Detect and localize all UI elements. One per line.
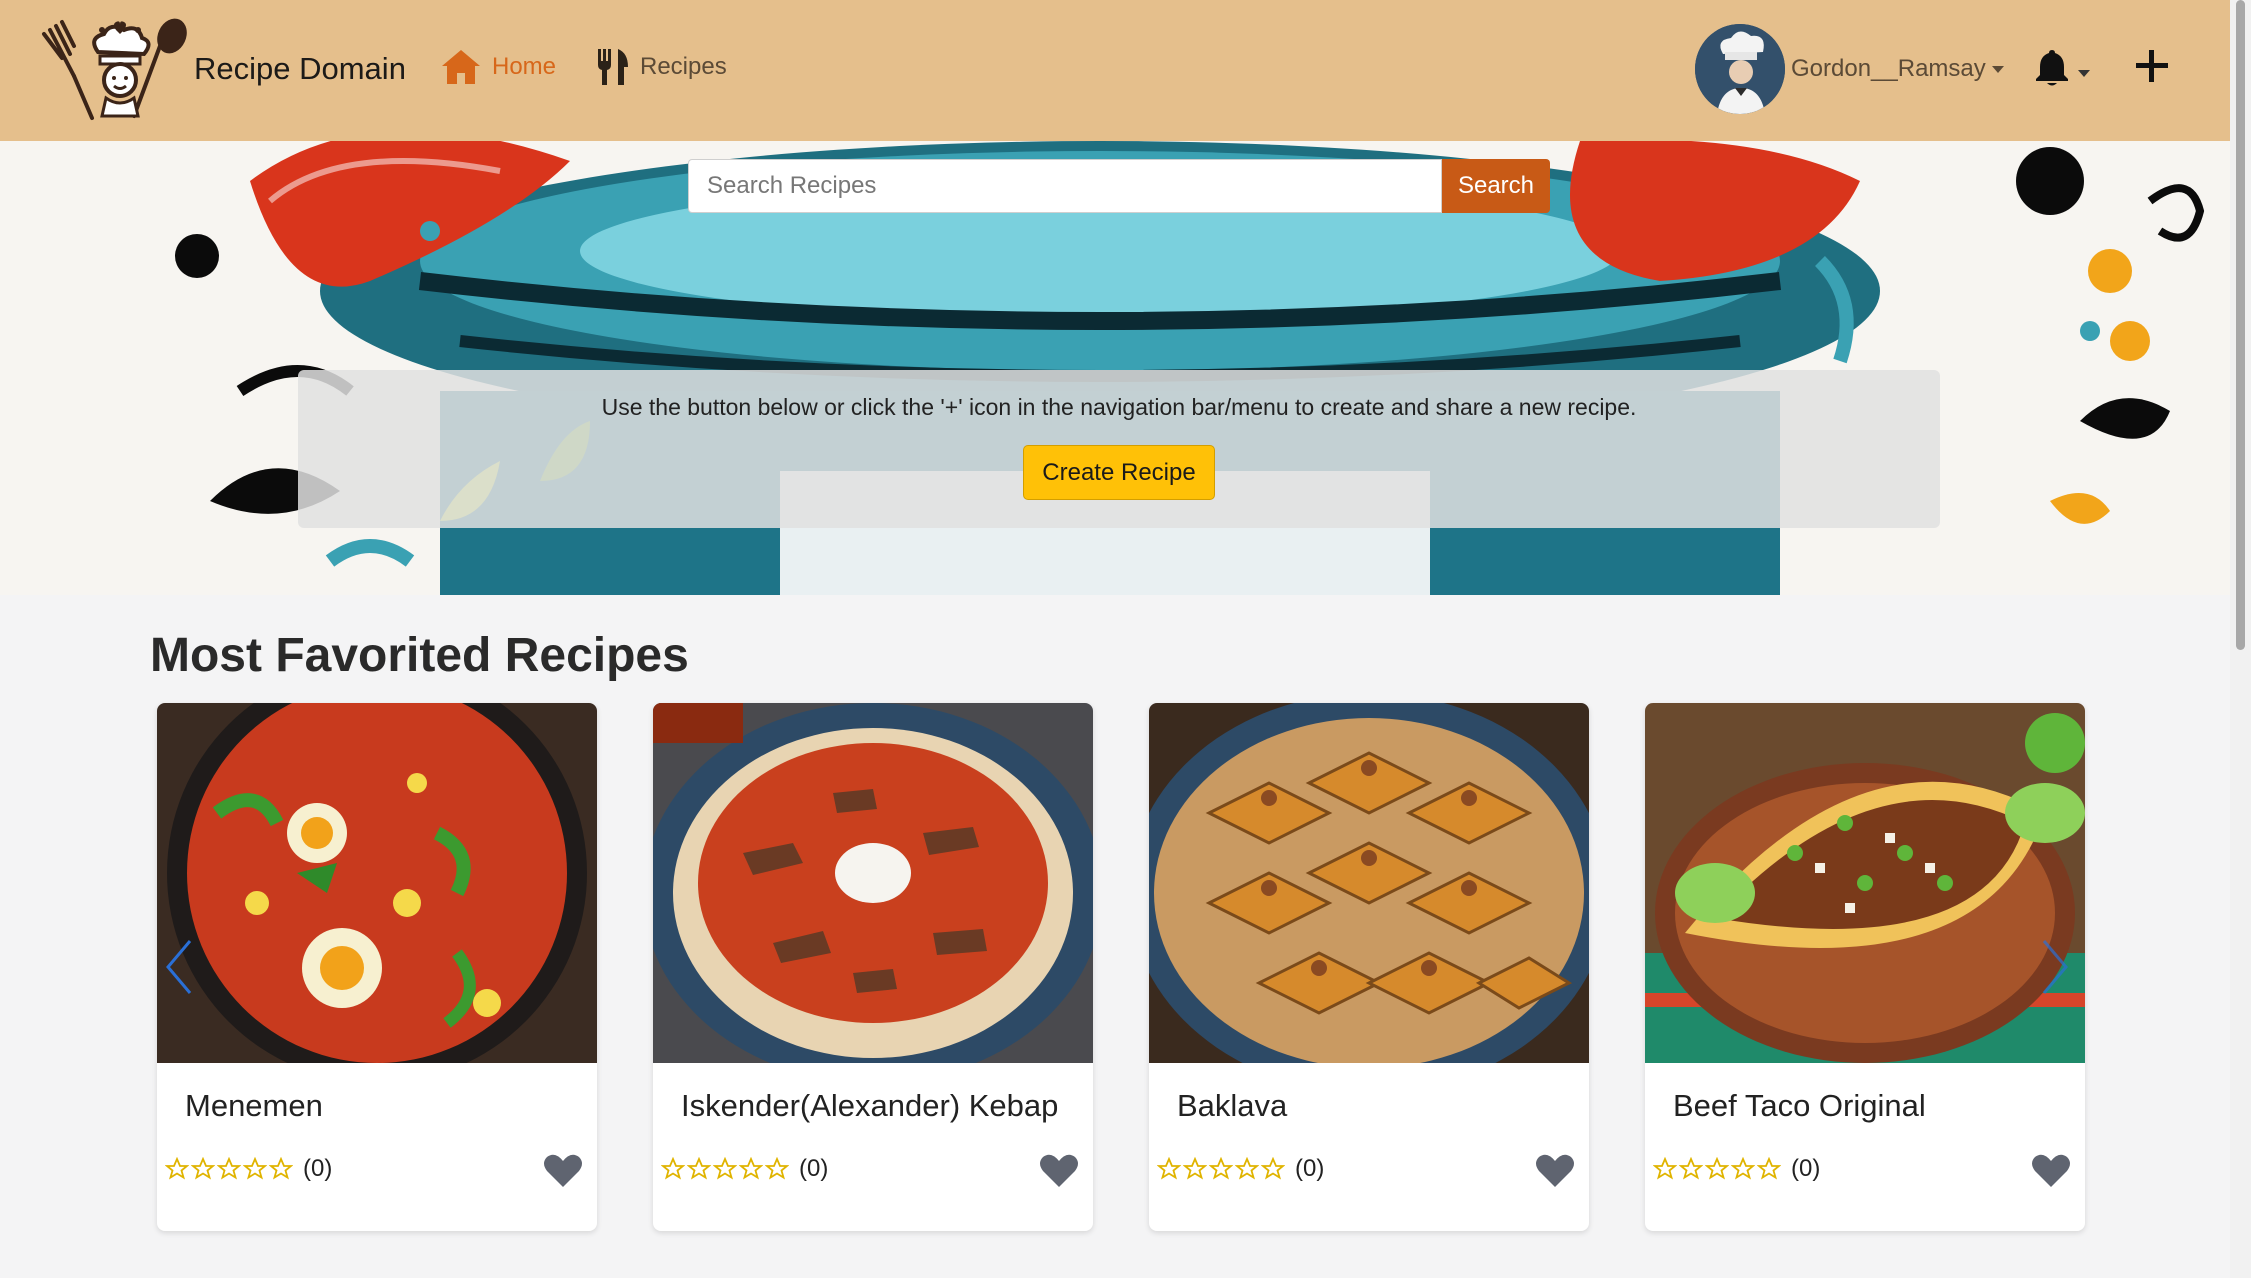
- star-icon[interactable]: [1183, 1157, 1207, 1181]
- star-icon[interactable]: [217, 1157, 241, 1181]
- recipe-title[interactable]: Iskender(Alexander) Kebap: [681, 1088, 1058, 1124]
- recipe-title[interactable]: Menemen: [185, 1088, 323, 1124]
- star-icon[interactable]: [1757, 1157, 1781, 1181]
- recipe-image[interactable]: [653, 703, 1093, 1063]
- rating-count: (0): [799, 1155, 829, 1182]
- rating-count: (0): [1295, 1155, 1325, 1182]
- rating-stars[interactable]: (0): [165, 1155, 332, 1183]
- star-icon[interactable]: [1157, 1157, 1181, 1181]
- rating-count: (0): [1791, 1155, 1821, 1182]
- star-icon[interactable]: [739, 1157, 763, 1181]
- recipe-image[interactable]: [1149, 703, 1589, 1063]
- create-recipe-button[interactable]: Create Recipe: [1023, 445, 1215, 500]
- heart-icon[interactable]: [2031, 1153, 2071, 1189]
- star-icon[interactable]: [1235, 1157, 1259, 1181]
- star-icon[interactable]: [661, 1157, 685, 1181]
- star-icon[interactable]: [1209, 1157, 1233, 1181]
- plus-icon[interactable]: [2132, 46, 2172, 86]
- search-button[interactable]: Search: [1442, 159, 1550, 213]
- rating-stars[interactable]: (0): [661, 1155, 828, 1183]
- recipe-card[interactable]: Beef Taco Original (0): [1645, 703, 2085, 1231]
- star-icon[interactable]: [765, 1157, 789, 1181]
- star-icon[interactable]: [687, 1157, 711, 1181]
- user-name: Gordon__Ramsay: [1791, 55, 1986, 82]
- notifications-button[interactable]: [2034, 48, 2090, 86]
- avatar: [1695, 24, 1785, 114]
- star-icon[interactable]: [269, 1157, 293, 1181]
- user-menu[interactable]: Gordon__Ramsay: [1695, 24, 2004, 114]
- create-recipe-panel: Use the button below or click the '+' ic…: [298, 370, 1940, 528]
- star-icon[interactable]: [1261, 1157, 1285, 1181]
- star-icon[interactable]: [191, 1157, 215, 1181]
- heart-icon[interactable]: [1039, 1153, 1079, 1189]
- nav-home-link[interactable]: Home: [440, 44, 556, 90]
- star-icon[interactable]: [1705, 1157, 1729, 1181]
- chevron-down-icon: [1991, 65, 2004, 73]
- brand-link[interactable]: Recipe Domain: [40, 16, 406, 122]
- create-recipe-message: Use the button below or click the '+' ic…: [601, 394, 1637, 420]
- nav-home-label: Home: [492, 53, 557, 80]
- search-bar: Search: [688, 159, 1550, 213]
- home-icon: [442, 50, 480, 84]
- recipe-title[interactable]: Beef Taco Original: [1673, 1088, 1926, 1124]
- star-icon[interactable]: [1653, 1157, 1677, 1181]
- search-input[interactable]: [688, 159, 1442, 213]
- star-icon[interactable]: [1731, 1157, 1755, 1181]
- rating-stars[interactable]: (0): [1157, 1155, 1324, 1183]
- scrollbar-thumb[interactable]: [2236, 0, 2245, 650]
- chevron-down-icon: [2078, 69, 2090, 77]
- section-title: Most Favorited Recipes: [150, 629, 689, 682]
- star-icon[interactable]: [713, 1157, 737, 1181]
- recipe-card[interactable]: Baklava (0): [1149, 703, 1589, 1231]
- chef-logo-icon: [42, 18, 187, 120]
- heart-icon[interactable]: [1535, 1153, 1575, 1189]
- hero-banner: Search Use the button below or click the…: [0, 141, 2230, 595]
- nav-recipes-link[interactable]: Recipes: [596, 44, 727, 90]
- chevron-right-icon[interactable]: [2040, 937, 2070, 997]
- recipe-image[interactable]: [1645, 703, 2085, 1063]
- star-icon[interactable]: [165, 1157, 189, 1181]
- recipe-image[interactable]: [157, 703, 597, 1063]
- brand-name: Recipe Domain: [194, 51, 406, 86]
- recipe-card[interactable]: Iskender(Alexander) Kebap (0): [653, 703, 1093, 1231]
- scrollbar[interactable]: [2230, 0, 2251, 1278]
- recipe-card[interactable]: Menemen (0): [157, 703, 597, 1231]
- utensils-icon: [598, 49, 628, 85]
- nav-recipes-label: Recipes: [640, 53, 727, 80]
- star-icon[interactable]: [243, 1157, 267, 1181]
- heart-icon[interactable]: [543, 1153, 583, 1189]
- recipe-title[interactable]: Baklava: [1177, 1088, 1287, 1124]
- rating-stars[interactable]: (0): [1653, 1155, 1820, 1183]
- chevron-left-icon[interactable]: [164, 937, 194, 997]
- bell-icon: [2036, 50, 2068, 86]
- navbar: Recipe Domain Home Recipes Gordon__Ramsa…: [0, 0, 2230, 141]
- rating-count: (0): [303, 1155, 333, 1182]
- star-icon[interactable]: [1679, 1157, 1703, 1181]
